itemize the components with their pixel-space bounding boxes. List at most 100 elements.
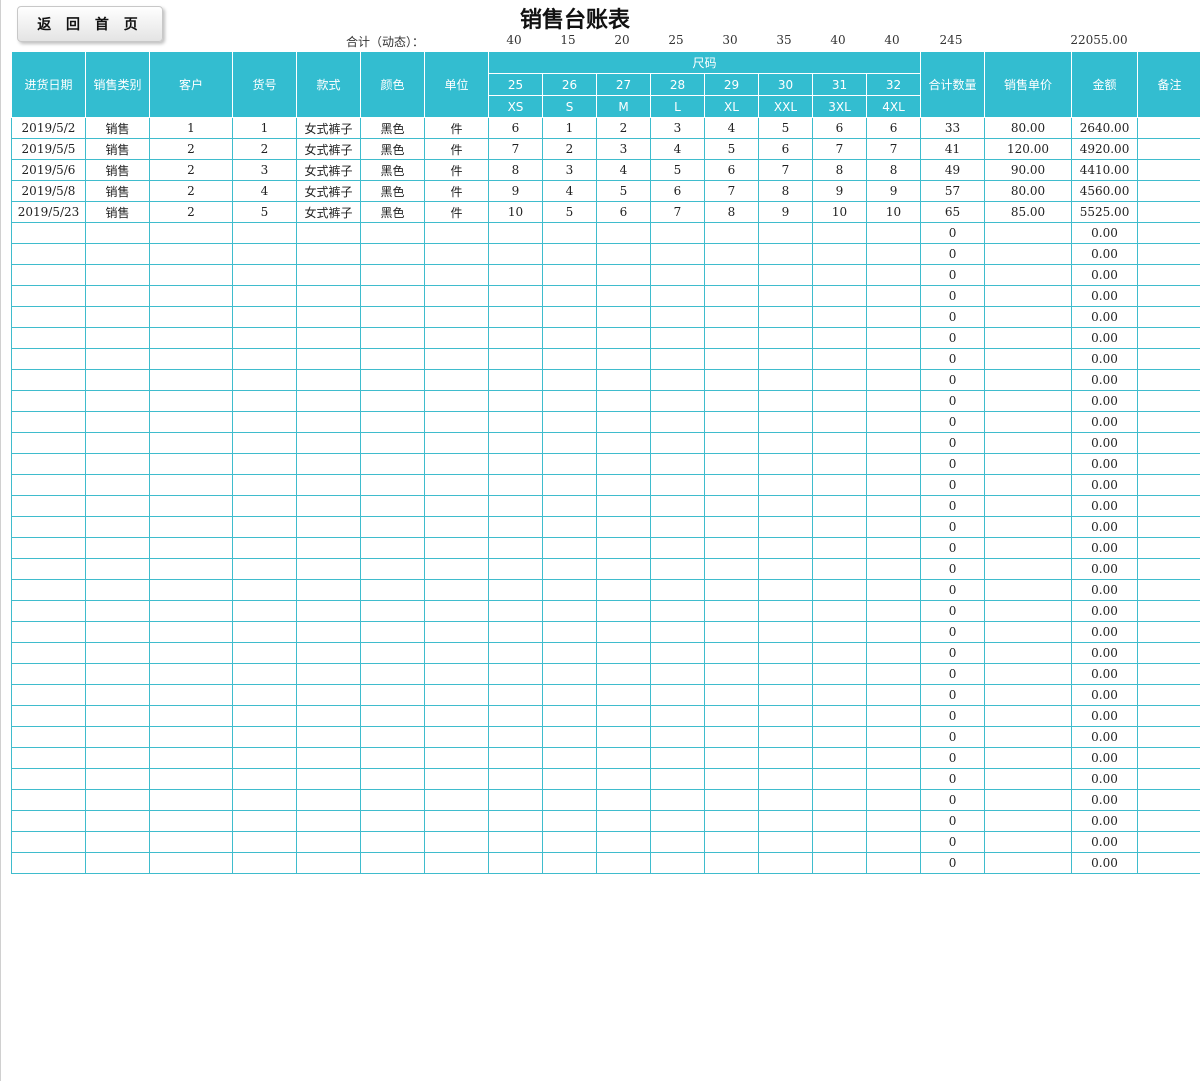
cell-empty[interactable] — [650, 621, 705, 643]
cell-empty[interactable] — [85, 600, 150, 622]
cell-amount[interactable]: 0.00 — [1071, 684, 1139, 706]
cell-empty[interactable] — [596, 516, 651, 538]
cell-empty[interactable] — [296, 600, 361, 622]
cell-empty[interactable] — [296, 642, 361, 664]
cell-remark[interactable] — [1137, 327, 1200, 349]
cell-empty[interactable] — [812, 243, 867, 265]
cell-empty[interactable] — [488, 663, 543, 685]
cell-empty[interactable] — [85, 432, 150, 454]
cell-empty[interactable] — [542, 663, 597, 685]
cell-empty[interactable] — [360, 264, 425, 286]
cell-empty[interactable] — [296, 243, 361, 265]
cell-empty[interactable] — [758, 264, 813, 286]
cell-remark[interactable] — [1137, 558, 1200, 580]
cell-amount[interactable]: 0.00 — [1071, 411, 1139, 433]
cell-empty[interactable] — [596, 852, 651, 874]
cell-total-qty[interactable]: 0 — [920, 579, 986, 601]
cell-empty[interactable] — [596, 369, 651, 391]
cell-empty[interactable] — [232, 726, 297, 748]
cell-empty[interactable] — [758, 663, 813, 685]
cell-empty[interactable] — [650, 852, 705, 874]
cell-remark[interactable] — [1137, 516, 1200, 538]
cell-size-26[interactable]: 5 — [542, 201, 597, 223]
cell-empty[interactable] — [596, 621, 651, 643]
cell-empty[interactable] — [812, 264, 867, 286]
cell-empty[interactable] — [360, 684, 425, 706]
cell-unit-price[interactable] — [984, 621, 1073, 643]
cell-empty[interactable] — [865, 222, 922, 244]
cell-empty[interactable] — [149, 327, 233, 349]
cell-remark[interactable] — [1137, 222, 1200, 244]
cell-empty[interactable] — [865, 285, 922, 307]
cell-empty[interactable] — [149, 684, 233, 706]
cell-empty[interactable] — [596, 642, 651, 664]
cell-empty[interactable] — [360, 327, 425, 349]
cell-empty[interactable] — [85, 495, 150, 517]
cell-remark[interactable] — [1137, 306, 1200, 328]
col-header-date[interactable]: 进货日期 — [11, 51, 86, 118]
cell-customer[interactable]: 2 — [149, 138, 233, 160]
cell-empty[interactable] — [232, 579, 297, 601]
cell-empty[interactable] — [488, 348, 543, 370]
cell-color[interactable]: 黑色 — [360, 117, 425, 139]
cell-empty[interactable] — [360, 558, 425, 580]
cell-empty[interactable] — [85, 348, 150, 370]
cell-size-28[interactable]: 6 — [650, 180, 705, 202]
cell-amount[interactable]: 0.00 — [1071, 537, 1139, 559]
cell-remark[interactable] — [1137, 642, 1200, 664]
cell-empty[interactable] — [704, 747, 759, 769]
cell-size-26[interactable]: 4 — [542, 180, 597, 202]
cell-empty[interactable] — [758, 705, 813, 727]
cell-empty[interactable] — [758, 390, 813, 412]
cell-empty[interactable] — [85, 852, 150, 874]
cell-empty[interactable] — [596, 726, 651, 748]
cell-size-31[interactable]: 8 — [812, 159, 867, 181]
cell-empty[interactable] — [85, 810, 150, 832]
cell-amount[interactable]: 0.00 — [1071, 810, 1139, 832]
cell-empty[interactable] — [360, 453, 425, 475]
cell-empty[interactable] — [424, 285, 489, 307]
cell-empty[interactable] — [812, 705, 867, 727]
cell-empty[interactable] — [488, 432, 543, 454]
cell-empty[interactable] — [865, 789, 922, 811]
cell-empty[interactable] — [85, 579, 150, 601]
cell-empty[interactable] — [650, 243, 705, 265]
cell-remark[interactable] — [1137, 495, 1200, 517]
cell-amount[interactable]: 0.00 — [1071, 390, 1139, 412]
cell-empty[interactable] — [85, 264, 150, 286]
cell-empty[interactable] — [11, 600, 86, 622]
cell-empty[interactable] — [865, 516, 922, 538]
cell-empty[interactable] — [865, 453, 922, 475]
col-header-size-code-31[interactable]: 3XL — [812, 95, 867, 118]
cell-empty[interactable] — [812, 747, 867, 769]
cell-empty[interactable] — [232, 327, 297, 349]
cell-empty[interactable] — [758, 579, 813, 601]
cell-empty[interactable] — [360, 285, 425, 307]
cell-empty[interactable] — [488, 474, 543, 496]
cell-empty[interactable] — [542, 558, 597, 580]
cell-empty[interactable] — [424, 327, 489, 349]
cell-empty[interactable] — [542, 789, 597, 811]
cell-total-qty[interactable]: 0 — [920, 327, 986, 349]
cell-size-31[interactable]: 7 — [812, 138, 867, 160]
cell-empty[interactable] — [360, 222, 425, 244]
col-header-size-code-28[interactable]: L — [650, 95, 705, 118]
cell-item-no[interactable]: 1 — [232, 117, 297, 139]
cell-empty[interactable] — [758, 369, 813, 391]
cell-empty[interactable] — [296, 369, 361, 391]
cell-empty[interactable] — [85, 516, 150, 538]
cell-empty[interactable] — [11, 390, 86, 412]
cell-empty[interactable] — [542, 474, 597, 496]
cell-empty[interactable] — [85, 327, 150, 349]
col-header-size-25[interactable]: 25 — [488, 73, 543, 96]
cell-unit-price[interactable] — [984, 810, 1073, 832]
cell-empty[interactable] — [149, 516, 233, 538]
cell-remark[interactable] — [1137, 663, 1200, 685]
cell-empty[interactable] — [360, 516, 425, 538]
cell-empty[interactable] — [542, 264, 597, 286]
cell-empty[interactable] — [11, 222, 86, 244]
cell-empty[interactable] — [596, 747, 651, 769]
cell-empty[interactable] — [360, 747, 425, 769]
cell-empty[interactable] — [650, 663, 705, 685]
cell-empty[interactable] — [11, 705, 86, 727]
